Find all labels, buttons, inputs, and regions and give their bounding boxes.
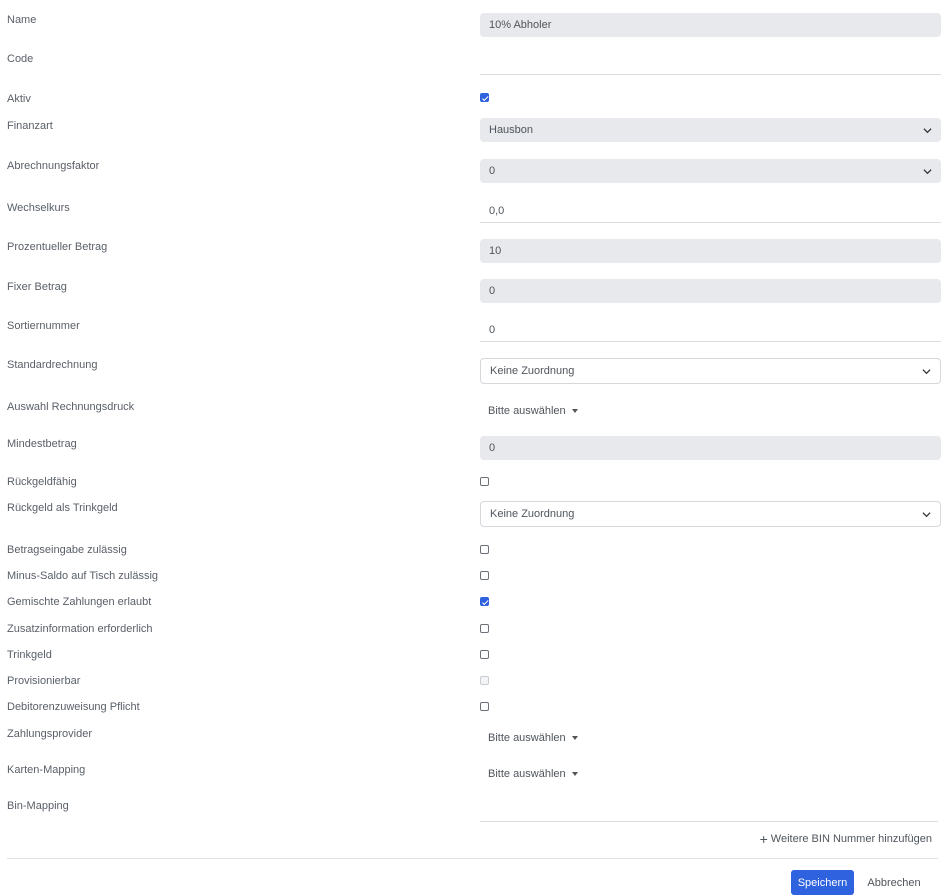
abrechnungsfaktor-label: Abrechnungsfaktor <box>7 160 100 172</box>
zahlungsprovider-value: Bitte auswählen <box>488 732 566 744</box>
rueckgeld-trinkgeld-select[interactable]: Keine Zuordnung <box>480 501 941 527</box>
prozentueller-betrag-input[interactable]: 10 <box>480 239 941 263</box>
trinkgeld-checkbox[interactable] <box>480 650 489 659</box>
aktiv-checkbox[interactable] <box>480 93 489 102</box>
gemischte-zahlungen-checkbox[interactable] <box>480 597 489 606</box>
add-bin-label: Weitere BIN Nummer hinzufügen <box>770 833 932 845</box>
karten-mapping-value: Bitte auswählen <box>488 768 566 780</box>
wechselkurs-label: Wechselkurs <box>7 202 70 214</box>
zahlungsprovider-label: Zahlungsprovider <box>7 728 92 740</box>
code-input[interactable] <box>480 51 941 75</box>
minus-saldo-checkbox[interactable] <box>480 571 489 580</box>
add-bin-button[interactable]: + Weitere BIN Nummer hinzufügen <box>759 831 932 847</box>
name-input[interactable]: 10% Abholer <box>480 13 941 37</box>
abrechnungsfaktor-select[interactable]: 0 <box>480 159 941 183</box>
sortiernummer-label: Sortiernummer <box>7 320 80 332</box>
bin-mapping-field[interactable] <box>480 821 938 822</box>
aktiv-label: Aktiv <box>7 93 31 105</box>
rueckgeldfaehig-checkbox[interactable] <box>480 477 489 486</box>
provisionierbar-checkbox <box>480 676 489 685</box>
caret-down-icon <box>571 736 578 740</box>
prozentueller-betrag-label: Prozentueller Betrag <box>7 241 108 253</box>
mindestbetrag-input[interactable]: 0 <box>480 436 941 460</box>
standardrechnung-label: Standardrechnung <box>7 359 98 371</box>
zusatzinformation-checkbox[interactable] <box>480 624 489 633</box>
debitorenzuweisung-label: Debitorenzuweisung Pflicht <box>7 701 140 713</box>
plus-icon: + <box>759 831 768 847</box>
auswahl-rechnungsdruck-value: Bitte auswählen <box>488 405 566 417</box>
footer-divider <box>7 858 938 859</box>
cancel-button[interactable]: Abbrechen <box>860 870 928 895</box>
fixer-betrag-input[interactable]: 0 <box>480 279 941 303</box>
sortiernummer-input[interactable]: 0 <box>480 318 941 342</box>
zahlungsprovider-dropdown[interactable]: Bitte auswählen <box>480 732 947 744</box>
auswahl-rechnungsdruck-label: Auswahl Rechnungsdruck <box>7 401 135 413</box>
chevron-down-icon <box>922 367 931 376</box>
auswahl-rechnungsdruck-dropdown[interactable]: Bitte auswählen <box>480 405 947 417</box>
fixer-betrag-label: Fixer Betrag <box>7 281 67 293</box>
rueckgeld-trinkgeld-label: Rückgeld als Trinkgeld <box>7 502 118 514</box>
chevron-down-icon <box>923 126 932 135</box>
finanzart-select[interactable]: Hausbon <box>480 118 941 142</box>
chevron-down-icon <box>922 510 931 519</box>
minus-saldo-label: Minus-Saldo auf Tisch zulässig <box>7 570 159 582</box>
debitorenzuweisung-checkbox[interactable] <box>480 702 489 711</box>
rueckgeld-trinkgeld-value: Keine Zuordnung <box>490 508 575 520</box>
code-label: Code <box>7 53 34 65</box>
abrechnungsfaktor-value: 0 <box>489 165 496 177</box>
bin-mapping-label: Bin-Mapping <box>7 800 69 812</box>
standardrechnung-select[interactable]: Keine Zuordnung <box>480 358 941 384</box>
standardrechnung-value: Keine Zuordnung <box>490 365 575 377</box>
name-label: Name <box>7 14 37 26</box>
gemischte-zahlungen-label: Gemischte Zahlungen erlaubt <box>7 596 152 608</box>
chevron-down-icon <box>923 167 932 176</box>
zusatzinformation-label: Zusatzinformation erforderlich <box>7 623 153 635</box>
caret-down-icon <box>571 409 578 413</box>
finanzart-label: Finanzart <box>7 120 53 132</box>
betragseingabe-checkbox[interactable] <box>480 545 489 554</box>
karten-mapping-label: Karten-Mapping <box>7 764 86 776</box>
trinkgeld-label: Trinkgeld <box>7 649 52 661</box>
karten-mapping-dropdown[interactable]: Bitte auswählen <box>480 768 947 780</box>
rueckgeldfaehig-label: Rückgeldfähig <box>7 476 77 488</box>
wechselkurs-input[interactable]: 0,0 <box>480 199 941 223</box>
betragseingabe-label: Betragseingabe zulässig <box>7 544 127 556</box>
finanzart-value: Hausbon <box>489 124 534 136</box>
caret-down-icon <box>571 772 578 776</box>
mindestbetrag-label: Mindestbetrag <box>7 438 77 450</box>
provisionierbar-label: Provisionierbar <box>7 675 81 687</box>
save-button[interactable]: Speichern <box>791 870 854 895</box>
